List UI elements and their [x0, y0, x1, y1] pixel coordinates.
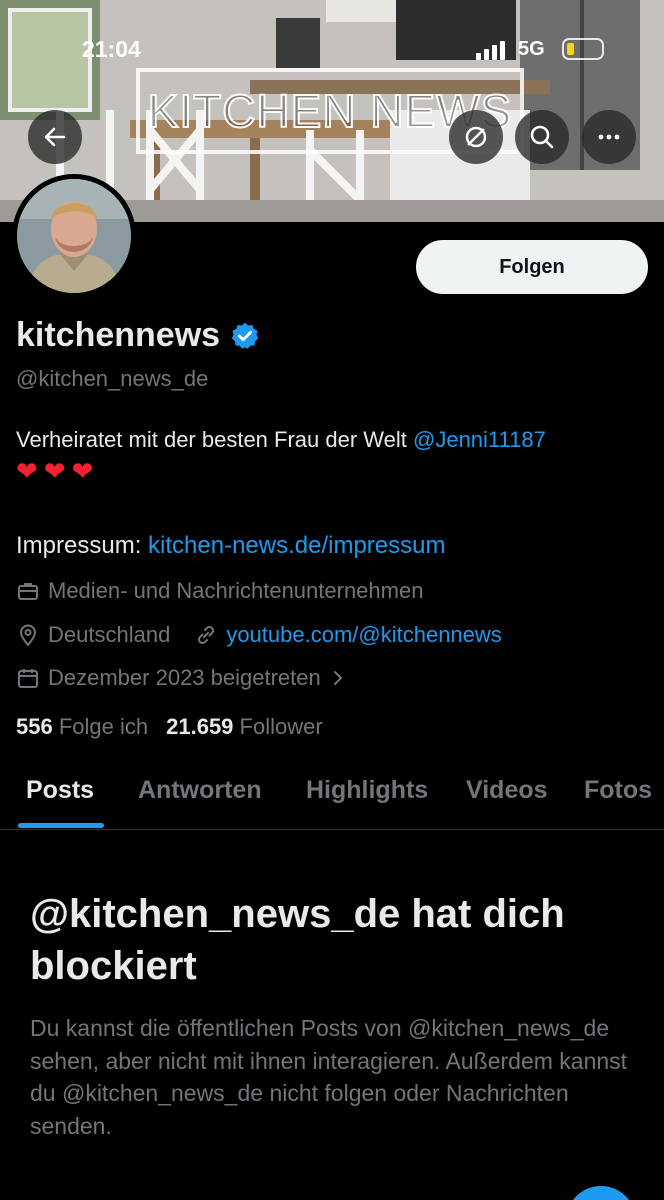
- location-text: Deutschland: [48, 622, 171, 647]
- profile-joined-row[interactable]: Dezember 2023 beigetreten: [16, 665, 347, 691]
- following-count: 556: [16, 714, 53, 739]
- avatar[interactable]: [12, 174, 136, 298]
- back-arrow-icon: [44, 127, 66, 147]
- battery-icon: [562, 38, 604, 60]
- translate-button[interactable]: [449, 110, 503, 164]
- chevron-right-icon: [333, 671, 343, 685]
- briefcase-icon: [18, 583, 38, 600]
- impressum-link[interactable]: kitchen-news.de/impressum: [148, 532, 445, 559]
- website-link[interactable]: youtube.com/@kitchennews: [226, 622, 501, 648]
- status-time: 21:04: [82, 36, 141, 62]
- tab-highlights[interactable]: Highlights: [306, 776, 428, 805]
- tab-fotos[interactable]: Fotos: [584, 776, 652, 805]
- search-icon: [530, 125, 554, 149]
- followers-label: Follower: [239, 714, 323, 739]
- profile-tabs: Posts Antworten Highlights Videos Fotos: [0, 760, 664, 830]
- blocked-title: @kitchen_news_de hat dich blockiert: [30, 892, 565, 988]
- active-tab-indicator: [18, 823, 104, 828]
- impressum-label: Impressum:: [16, 532, 149, 559]
- profile-category: Medien- und Nachrichtenunternehmen: [16, 578, 423, 604]
- bio-hearts: ❤❤❤: [16, 456, 100, 486]
- category-text: Medien- und Nachrichtenunternehmen: [48, 578, 424, 603]
- network-type: 5G: [518, 38, 545, 60]
- blocked-description: Du kannst die öffentlichen Posts von @ki…: [30, 1015, 628, 1139]
- more-icon: [598, 134, 620, 140]
- impressum-line: Impressum: kitchen-news.de/impressum: [16, 532, 445, 560]
- status-bar: 21:04 5G: [0, 30, 664, 70]
- bio-mention-link[interactable]: @Jenni11187: [413, 427, 546, 452]
- tab-videos[interactable]: Videos: [466, 776, 548, 805]
- bio-text: Verheiratet mit der besten Frau der Welt: [16, 427, 413, 452]
- following-label: Folge ich: [58, 714, 149, 739]
- follow-counts: 556 Folge ich 21.659 Follower: [16, 714, 323, 740]
- follow-button[interactable]: Folgen: [416, 240, 648, 294]
- link-icon: [198, 625, 215, 645]
- compose-button[interactable]: [566, 1186, 636, 1200]
- search-button[interactable]: [515, 110, 569, 164]
- following-stat[interactable]: 556 Folge ich: [16, 714, 148, 740]
- profile-handle: @kitchen_news_de: [16, 366, 209, 391]
- joined-text: Dezember 2023 beigetreten: [48, 665, 321, 690]
- avatar-photo: [17, 179, 131, 293]
- back-button[interactable]: [28, 110, 82, 164]
- calendar-icon: [18, 669, 38, 688]
- signal-icon: [476, 40, 505, 60]
- followers-stat[interactable]: 21.659 Follower: [166, 714, 323, 740]
- profile-location-row: Deutschland youtube.com/@kitchennews: [16, 622, 502, 648]
- tab-antworten[interactable]: Antworten: [138, 776, 262, 805]
- verified-badge-icon[interactable]: [230, 321, 260, 351]
- followers-count: 21.659: [166, 714, 234, 739]
- more-button[interactable]: [582, 110, 636, 164]
- display-name: kitchennews: [16, 316, 221, 354]
- tab-posts[interactable]: Posts: [26, 776, 94, 805]
- translate-off-icon: [465, 126, 487, 148]
- location-pin-icon: [19, 624, 37, 647]
- profile-name-row: kitchennews: [16, 316, 260, 355]
- profile-bio: Verheiratet mit der besten Frau der Welt…: [16, 424, 656, 456]
